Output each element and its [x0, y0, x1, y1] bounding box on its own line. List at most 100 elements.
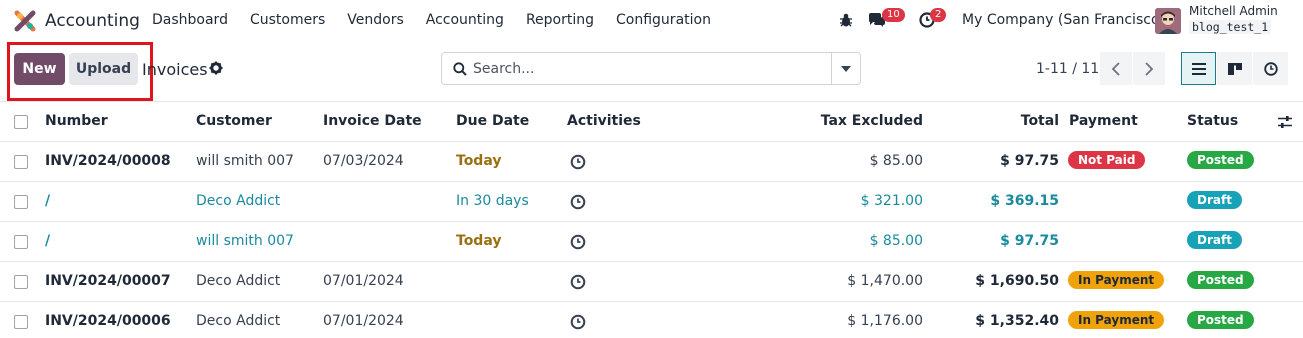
list-view-icon — [1191, 62, 1206, 75]
cell-due-date: In 30 days — [456, 193, 529, 209]
status-badge: Draft — [1187, 231, 1242, 249]
payment-status-badge: In Payment — [1068, 311, 1165, 329]
column-customer[interactable]: Customer — [196, 113, 272, 129]
main-menu: Dashboard Customers Vendors Accounting R… — [152, 12, 733, 28]
pager-value[interactable]: 1-11 / 11 — [1036, 61, 1099, 77]
column-activities[interactable]: Activities — [567, 113, 641, 129]
cell-tax-excluded: $ 85.00 — [869, 233, 923, 249]
row-checkbox[interactable] — [14, 275, 28, 289]
cell-total: $ 1,690.50 — [975, 273, 1059, 289]
menu-accounting[interactable]: Accounting — [426, 12, 504, 28]
pager-next-button[interactable] — [1133, 52, 1165, 85]
column-invoice-date[interactable]: Invoice Date — [323, 113, 422, 129]
cell-due-date: Today — [456, 153, 502, 169]
payment-status-badge: Not Paid — [1068, 151, 1146, 169]
messages-count-badge: 10 — [882, 8, 905, 22]
search-bar — [441, 52, 861, 85]
payment-status-badge: In Payment — [1068, 271, 1165, 289]
cell-number: INV/2024/00007 — [45, 273, 171, 289]
table-row[interactable]: INV/2024/00007 Deco Addict 07/01/2024 $ … — [0, 262, 1303, 302]
top-navbar: Accounting Dashboard Customers Vendors A… — [0, 0, 1303, 42]
page-title: Invoices — [142, 60, 208, 79]
cell-number: / — [45, 233, 51, 249]
optional-columns-sliders-icon[interactable] — [1278, 115, 1292, 129]
cell-customer: Deco Addict — [196, 193, 281, 209]
column-total[interactable]: Total — [1021, 113, 1059, 129]
row-checkbox[interactable] — [14, 235, 28, 249]
column-due-date[interactable]: Due Date — [456, 113, 529, 129]
clock-view-icon — [1263, 61, 1278, 76]
accounting-app-logo-icon[interactable] — [14, 10, 36, 32]
chevron-right-icon — [1145, 61, 1154, 76]
menu-dashboard[interactable]: Dashboard — [152, 12, 228, 28]
cell-invoice-date: 07/03/2024 — [323, 153, 404, 169]
cell-total: $ 97.75 — [1000, 233, 1059, 249]
table-row[interactable]: / Deco Addict In 30 days $ 321.00 $ 369.… — [0, 182, 1303, 222]
cell-tax-excluded: $ 85.00 — [869, 153, 923, 169]
column-payment[interactable]: Payment — [1069, 113, 1138, 129]
select-all-checkbox[interactable] — [14, 115, 28, 129]
cell-tax-excluded: $ 321.00 — [860, 193, 923, 209]
caret-down-icon — [841, 65, 851, 72]
row-checkbox[interactable] — [14, 195, 28, 209]
activity-clock-icon[interactable] — [570, 274, 586, 290]
search-options-toggle[interactable] — [831, 53, 860, 84]
status-badge: Posted — [1187, 311, 1254, 329]
menu-reporting[interactable]: Reporting — [526, 12, 594, 28]
activity-clock-icon[interactable] — [570, 154, 586, 170]
menu-configuration[interactable]: Configuration — [616, 12, 711, 28]
activity-view-button[interactable] — [1253, 52, 1288, 85]
cell-total: $ 369.15 — [990, 193, 1059, 209]
cell-total: $ 1,352.40 — [975, 313, 1059, 329]
list-view-button[interactable] — [1181, 52, 1216, 85]
cell-customer: Deco Addict — [196, 273, 281, 289]
cell-total: $ 97.75 — [1000, 153, 1059, 169]
row-checkbox[interactable] — [14, 155, 28, 169]
cell-customer: will smith 007 — [196, 233, 294, 249]
status-badge: Posted — [1187, 271, 1254, 289]
kanban-view-button[interactable] — [1217, 52, 1252, 85]
column-tax-excluded[interactable]: Tax Excluded — [821, 113, 923, 129]
cell-tax-excluded: $ 1,176.00 — [847, 313, 923, 329]
systray: 10 2 — [838, 8, 958, 34]
status-badge: Posted — [1187, 151, 1254, 169]
cell-invoice-date: 07/01/2024 — [323, 313, 404, 329]
company-switcher[interactable]: My Company (San Francisco) — [962, 12, 1165, 28]
row-checkbox[interactable] — [14, 315, 28, 329]
search-icon — [453, 62, 467, 76]
cell-number: INV/2024/00008 — [45, 153, 171, 169]
table-header-row: Number Customer Invoice Date Due Date Ac… — [0, 102, 1303, 142]
pager-previous-button[interactable] — [1100, 52, 1132, 85]
table-row[interactable]: INV/2024/00006 Deco Addict 07/01/2024 $ … — [0, 302, 1303, 338]
user-avatar[interactable] — [1155, 8, 1181, 34]
column-status[interactable]: Status — [1187, 113, 1238, 129]
debug-bug-icon[interactable] — [838, 12, 854, 28]
search-input[interactable] — [473, 53, 828, 84]
cell-customer: Deco Addict — [196, 313, 281, 329]
database-name: blog_test_1 — [1189, 20, 1272, 34]
gear-icon[interactable] — [209, 61, 223, 75]
activity-clock-icon[interactable] — [570, 234, 586, 250]
status-badge: Draft — [1187, 191, 1242, 209]
app-name[interactable]: Accounting — [45, 11, 140, 31]
new-button[interactable]: New — [14, 53, 65, 85]
column-number[interactable]: Number — [45, 113, 108, 129]
menu-customers[interactable]: Customers — [250, 12, 325, 28]
table-row[interactable]: INV/2024/00008 will smith 007 07/03/2024… — [0, 142, 1303, 182]
table-row[interactable]: / will smith 007 Today $ 85.00 $ 97.75 D… — [0, 222, 1303, 262]
cell-due-date: Today — [456, 233, 502, 249]
cell-tax-excluded: $ 1,470.00 — [847, 273, 923, 289]
activities-count-badge: 2 — [930, 8, 947, 22]
kanban-view-icon — [1227, 62, 1242, 75]
cell-number: INV/2024/00006 — [45, 313, 171, 329]
chevron-left-icon — [1111, 61, 1120, 76]
activity-clock-icon[interactable] — [570, 194, 586, 210]
activity-clock-icon[interactable] — [570, 314, 586, 330]
cell-invoice-date: 07/01/2024 — [323, 273, 404, 289]
invoice-table: Number Customer Invoice Date Due Date Ac… — [0, 101, 1303, 338]
menu-vendors[interactable]: Vendors — [347, 12, 403, 28]
user-name[interactable]: Mitchell Admin — [1189, 4, 1278, 18]
cell-number: / — [45, 193, 51, 209]
cell-customer: will smith 007 — [196, 153, 294, 169]
upload-button[interactable]: Upload — [69, 53, 138, 85]
